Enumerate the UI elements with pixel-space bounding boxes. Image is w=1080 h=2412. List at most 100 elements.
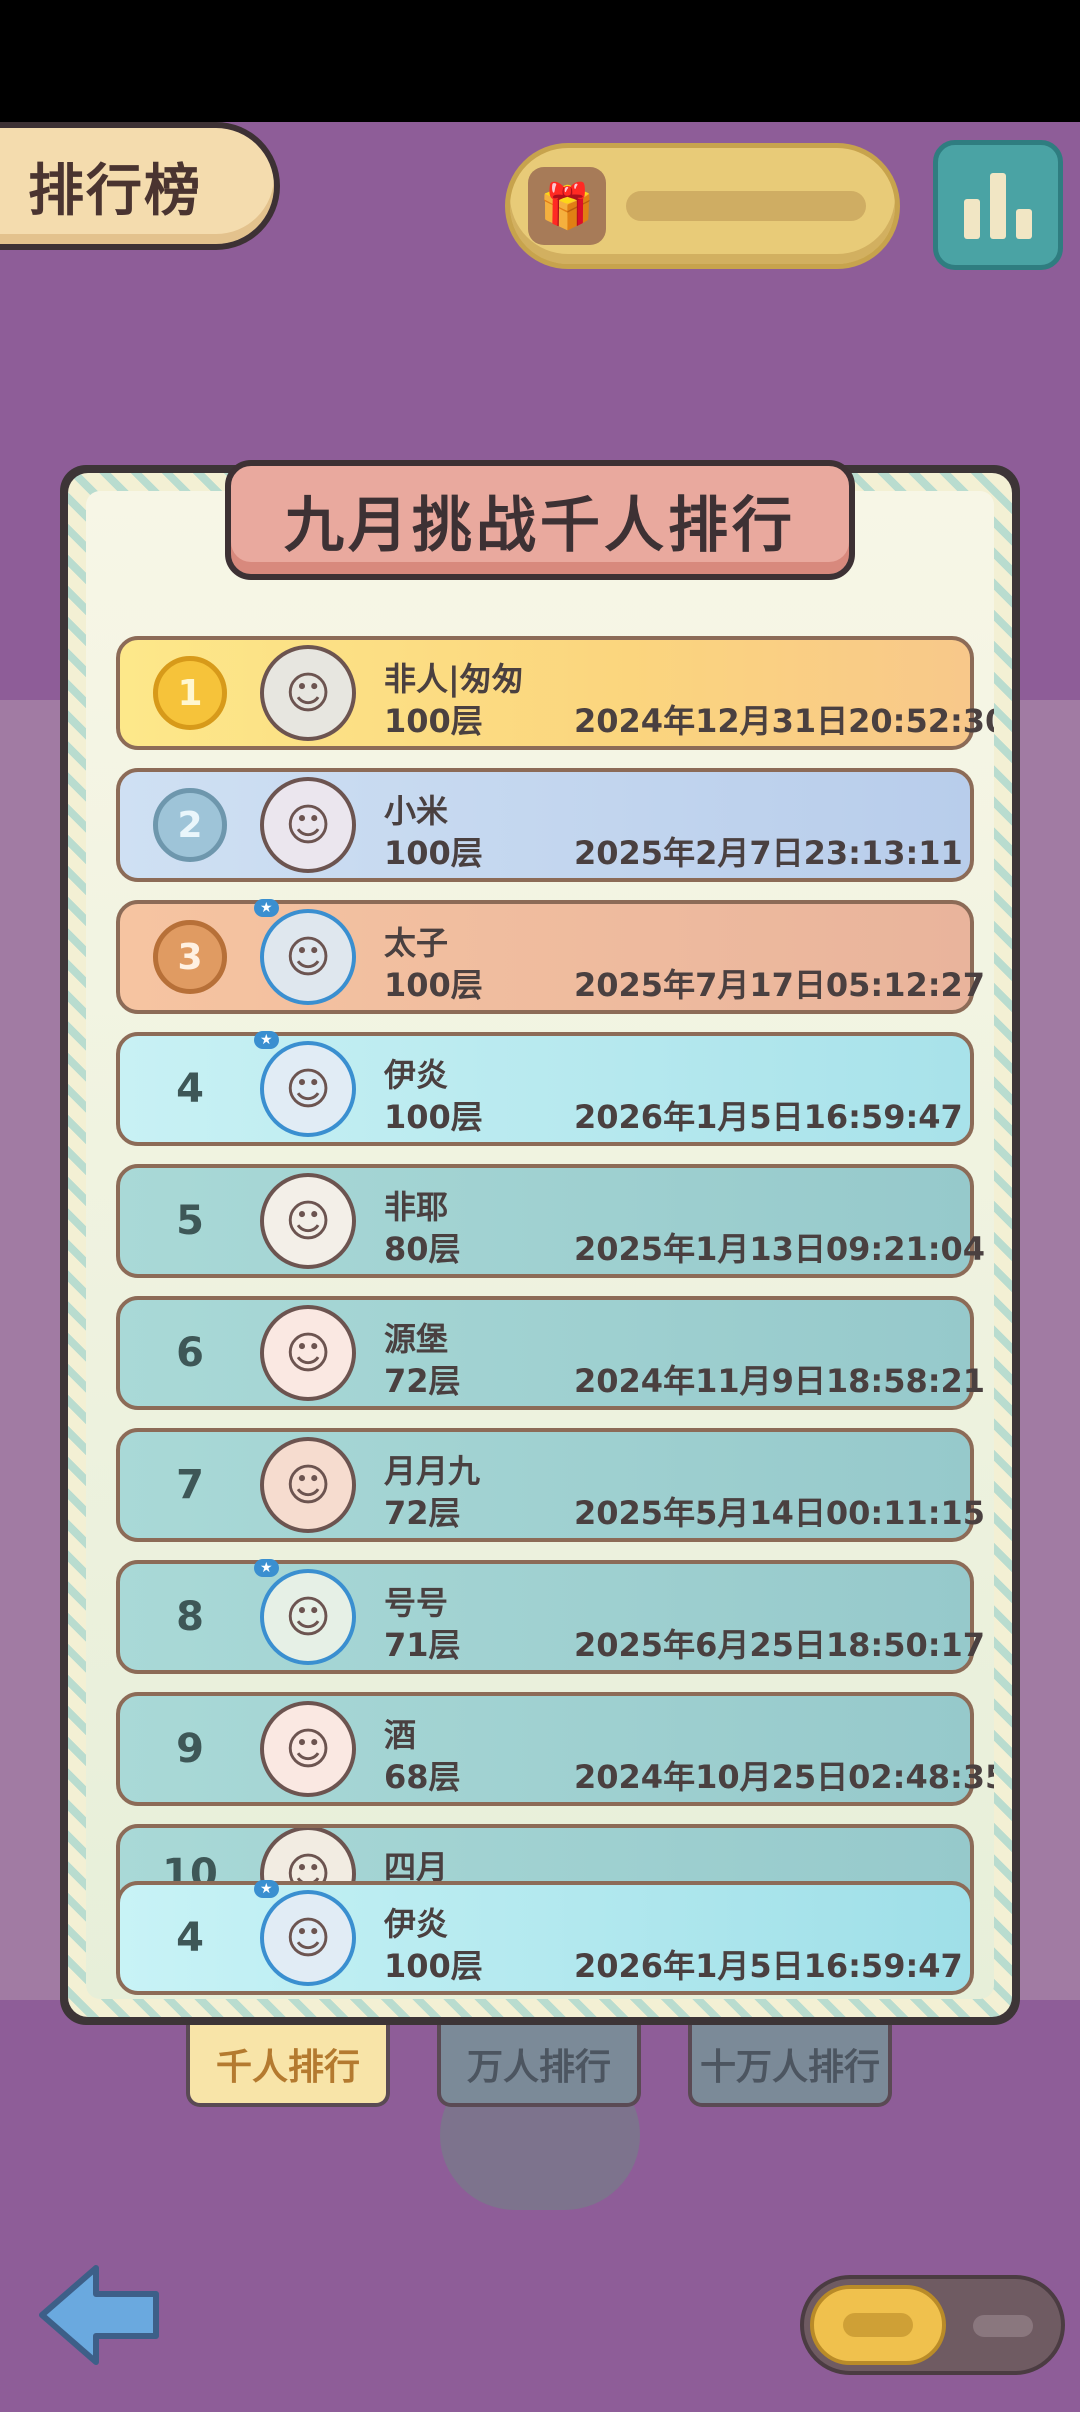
rank-cell: 1 (120, 656, 260, 730)
my-rank-row: 4 ★ ☺ 伊炎 100层 2026年1月5日16:59:47 (116, 1880, 974, 1995)
medal-icon: 2 (153, 788, 227, 862)
page-title-tab: 排行榜 (0, 122, 280, 250)
avatar[interactable]: ☺ ★ (254, 899, 356, 1005)
rank-number: 5 (176, 1198, 204, 1244)
avatar[interactable]: ☺ (260, 645, 356, 741)
player-time: 2025年2月7日23:13:11 (574, 834, 963, 872)
avatar[interactable]: ☺ (260, 1437, 356, 1533)
player-name: 酒 (384, 1716, 417, 1754)
leaderboard-row[interactable]: 9 ☺ 酒 68层 2024年10月25日02:48:35 (116, 1692, 994, 1806)
avatar[interactable]: ☺ ★ (254, 1031, 356, 1137)
player-floor: 100层 (384, 1098, 483, 1136)
rank-cell: 8 (120, 1594, 260, 1640)
medal-icon: 3 (153, 920, 227, 994)
back-arrow-icon (39, 2265, 159, 2365)
rank-cell: 2 (120, 788, 260, 862)
player-info: 号号 71层 2025年6月25日18:50:17 (384, 1564, 985, 1670)
rank-cell: 4 (120, 1915, 260, 1961)
player-time: 2024年11月9日18:58:21 (574, 1362, 986, 1400)
bar-chart-icon (1016, 209, 1032, 239)
avatar[interactable]: ★ ☺ (254, 1880, 356, 1986)
player-floor: 100层 (384, 1947, 483, 1985)
mode-toggle[interactable] (800, 2275, 1065, 2375)
panel-body: 1 ☺ 非人|匆匆 100层 2024年12月31日20:52:30 2 ☺ 小米 100层 20… (86, 491, 994, 1999)
panel-title: 九月挑战千人排行 (284, 490, 796, 561)
leaderboard-row[interactable]: 4 ☺ ★ 伊炎 100层 2026年1月5日16:59:47 (116, 1031, 974, 1146)
player-floor: 100层 (384, 966, 483, 1004)
tab-thousand[interactable]: 千人排行 (186, 2025, 390, 2107)
player-info: 源堡 72层 2024年11月9日18:58:21 (384, 1300, 985, 1406)
badge-icon: ★ (254, 1880, 279, 1898)
avatar[interactable]: ☺ (260, 1305, 356, 1401)
player-name: 月月九 (384, 1452, 481, 1490)
leaderboard-row[interactable]: 2 ☺ 小米 100层 2025年2月7日23:13:11 (116, 768, 974, 882)
player-name: 伊炎 (384, 1905, 449, 1943)
player-name: 伊炎 (384, 1056, 449, 1094)
player-time: 2025年7月17日05:12:27 (574, 966, 986, 1004)
tab-ten-thousand[interactable]: 万人排行 (437, 2025, 641, 2107)
player-name: 非耶 (384, 1188, 449, 1226)
rank-number: 4 (176, 1066, 204, 1112)
tab-hundred-thousand[interactable]: 十万人排行 (688, 2025, 892, 2107)
player-floor: 100层 (384, 834, 483, 872)
rank-number: 6 (176, 1330, 204, 1376)
player-time: 2025年1月13日09:21:04 (574, 1230, 986, 1268)
player-info: 太子 100层 2025年7月17日05:12:27 (384, 904, 985, 1010)
toggle-knob (810, 2285, 946, 2365)
player-time: 2024年10月25日02:48:35 (574, 1758, 994, 1796)
panel-border: 1 ☺ 非人|匆匆 100层 2024年12月31日20:52:30 2 ☺ 小米 100层 20… (68, 473, 1012, 2017)
rank-cell: 6 (120, 1330, 260, 1376)
leaderboard-row[interactable]: 6 ☺ 源堡 72层 2024年11月9日18:58:21 (116, 1296, 985, 1410)
player-name: 小米 (384, 792, 449, 830)
player-info: 非耶 80层 2025年1月13日09:21:04 (384, 1168, 985, 1274)
status-bar (0, 0, 1080, 122)
player-floor: 80层 (384, 1230, 461, 1268)
badge-icon: ★ (254, 899, 279, 917)
reward-button[interactable]: 🎁 (505, 143, 900, 269)
rank-cell: 5 (120, 1198, 260, 1244)
leaderboard-row[interactable]: 1 ☺ 非人|匆匆 100层 2024年12月31日20:52:30 (116, 636, 994, 750)
badge-icon: ★ (254, 1031, 279, 1049)
player-floor: 68层 (384, 1758, 461, 1796)
gift-icon: 🎁 (528, 167, 606, 245)
rank-cell: 7 (120, 1462, 260, 1508)
player-name: 非人|匆匆 (384, 660, 524, 698)
leaderboard-row[interactable]: 3 ☺ ★ 太子 100层 2025年7月17日05:12:27 (116, 899, 985, 1014)
leaderboard-row[interactable]: 5 ☺ 非耶 80层 2025年1月13日09:21:04 (116, 1164, 985, 1278)
rank-number: 8 (176, 1594, 204, 1640)
leaderboard-row[interactable]: 7 ☺ 月月九 72层 2025年5月14日00:11:15 (116, 1428, 985, 1542)
player-floor: 72层 (384, 1362, 461, 1400)
toggle-off-label (973, 2315, 1033, 2337)
player-info: 小米 100层 2025年2月7日23:13:11 (384, 772, 970, 878)
leaderboard-panel: 1 ☺ 非人|匆匆 100层 2024年12月31日20:52:30 2 ☺ 小米 100层 20… (60, 460, 1020, 2025)
rank-cell: 3 (120, 920, 260, 994)
player-name: 号号 (384, 1584, 449, 1622)
rank-number: 4 (176, 1915, 204, 1961)
avatar[interactable]: ☺ (260, 1173, 356, 1269)
player-info: 伊炎 100层 2026年1月5日16:59:47 (384, 1036, 970, 1142)
player-name: 源堡 (384, 1320, 449, 1358)
stats-button[interactable] (933, 140, 1063, 270)
medal-icon: 1 (153, 656, 227, 730)
panel-title-banner: 九月挑战千人排行 (225, 460, 855, 580)
bar-chart-icon (990, 173, 1006, 239)
back-button[interactable] (34, 2260, 164, 2370)
player-info: 伊炎 100层 2026年1月5日16:59:47 (384, 1885, 970, 1991)
rank-number: 9 (176, 1726, 204, 1772)
rank-cell: 9 (120, 1726, 260, 1772)
player-time: 2026年1月5日16:59:47 (574, 1098, 963, 1136)
rank-number: 7 (176, 1462, 204, 1508)
player-name: 太子 (384, 924, 449, 962)
leaderboard-list[interactable]: 1 ☺ 非人|匆匆 100层 2024年12月31日20:52:30 2 ☺ 小米 100层 20… (116, 636, 994, 1942)
player-info: 非人|匆匆 100层 2024年12月31日20:52:30 (384, 640, 994, 746)
player-time: 2026年1月5日16:59:47 (574, 1947, 963, 1985)
player-info: 月月九 72层 2025年5月14日00:11:15 (384, 1432, 985, 1538)
player-time: 2024年12月31日20:52:30 (574, 702, 994, 740)
avatar[interactable]: ☺ (260, 777, 356, 873)
bar-chart-icon (964, 199, 980, 239)
avatar[interactable]: ☺ ★ (254, 1559, 356, 1665)
player-floor: 71层 (384, 1626, 461, 1664)
leaderboard-row[interactable]: 8 ☺ ★ 号号 71层 2025年6月25日18:50:17 (116, 1559, 985, 1674)
player-floor: 100层 (384, 702, 483, 740)
avatar[interactable]: ☺ (260, 1701, 356, 1797)
